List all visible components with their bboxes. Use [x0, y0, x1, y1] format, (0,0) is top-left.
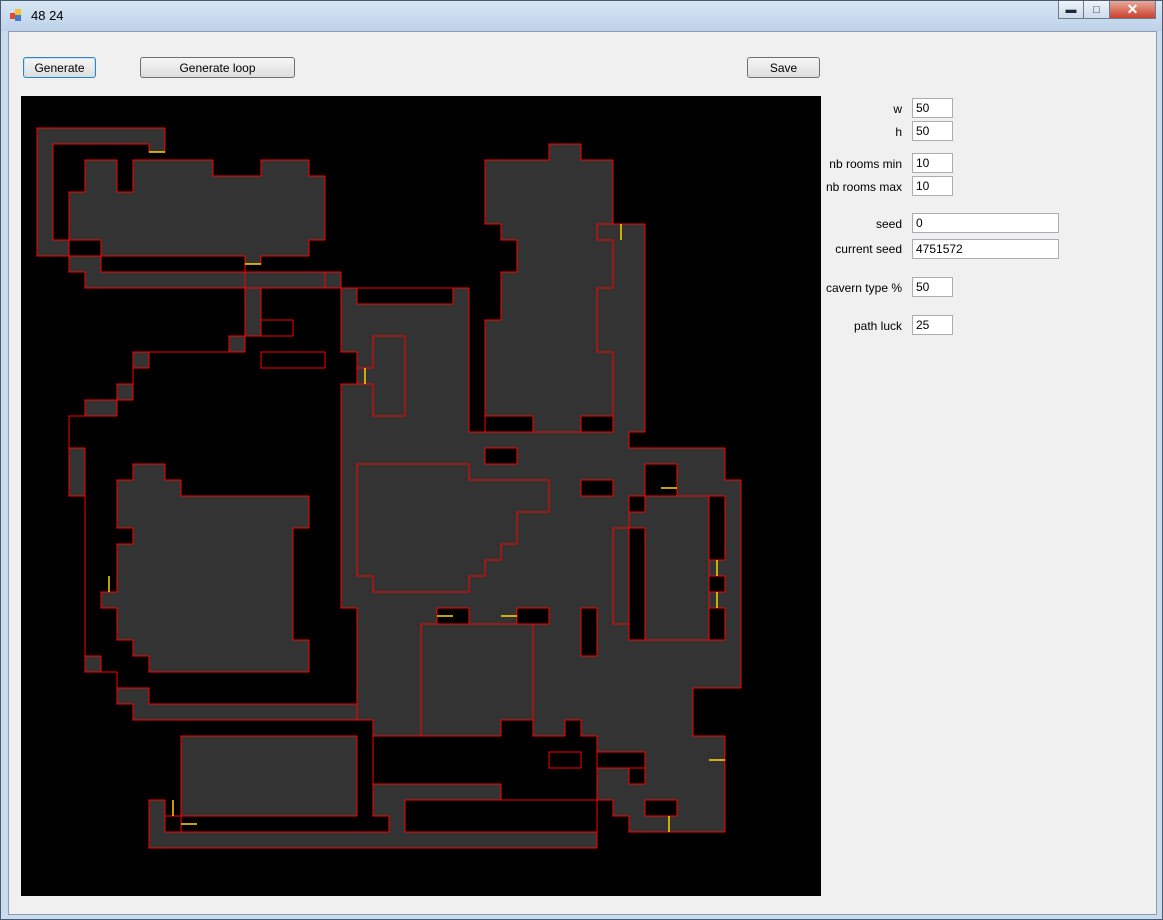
- close-button[interactable]: ✕: [1110, 1, 1156, 19]
- map-hole-11: [628, 527, 646, 641]
- title-bar[interactable]: 48 24 ▬ □ ✕: [1, 1, 1162, 31]
- client-area: Generate Generate loop Save w h nb rooms…: [8, 31, 1157, 915]
- current-seed-label: current seed: [835, 242, 902, 256]
- map-hole-20: [628, 767, 646, 785]
- close-icon: ✕: [1126, 1, 1139, 17]
- current-seed-input[interactable]: [912, 239, 1059, 259]
- map-hole-7: [484, 447, 518, 465]
- minimize-icon: ▬: [1065, 3, 1077, 16]
- map-hole-18: [548, 751, 582, 769]
- width-input[interactable]: [912, 98, 953, 118]
- generate-button[interactable]: Generate: [23, 57, 96, 78]
- generate-loop-button[interactable]: Generate loop: [140, 57, 295, 78]
- map-hole-1: [100, 255, 246, 273]
- map-hole-12: [708, 495, 726, 561]
- map-hole-15: [580, 607, 598, 657]
- floor-layer: [36, 127, 742, 849]
- width-label: w: [893, 102, 902, 116]
- map-room-8: [484, 143, 614, 433]
- minimize-button[interactable]: ▬: [1058, 1, 1084, 19]
- map-room-5: [420, 623, 534, 737]
- map-hole-0: [68, 239, 102, 257]
- window-title: 48 24: [31, 8, 64, 23]
- map-hole-9: [644, 463, 678, 497]
- map-hole-3: [356, 287, 454, 305]
- rooms-min-input[interactable]: [912, 153, 953, 173]
- map-hole-10: [628, 495, 646, 513]
- map-room-6: [180, 735, 358, 817]
- path-luck-input[interactable]: [912, 315, 953, 335]
- map-hole-22: [404, 799, 598, 833]
- maximize-button[interactable]: □: [1084, 1, 1110, 19]
- path-luck-label: path luck: [853, 319, 902, 333]
- rooms-min-label: nb rooms min: [829, 157, 902, 171]
- height-label: h: [895, 125, 902, 139]
- height-input[interactable]: [912, 121, 953, 141]
- maximize-icon: □: [1093, 3, 1100, 16]
- app-window: 48 24 ▬ □ ✕ Generate Generate loop Save …: [0, 0, 1163, 920]
- seed-input[interactable]: [912, 213, 1059, 233]
- save-button[interactable]: Save: [747, 57, 820, 78]
- app-icon: [10, 9, 22, 21]
- cavern-type-input[interactable]: [912, 277, 953, 297]
- dungeon-map-canvas: [36, 127, 742, 849]
- map-room-1: [68, 159, 326, 273]
- map-hole-5: [484, 415, 534, 433]
- dungeon-map: [21, 96, 821, 896]
- map-hole-6: [580, 415, 614, 433]
- map-hole-21: [164, 815, 182, 833]
- rooms-max-input[interactable]: [912, 176, 953, 196]
- map-hole-13: [708, 575, 726, 593]
- seed-label: seed: [875, 217, 902, 231]
- cavern-type-label: cavern type %: [825, 281, 902, 295]
- map-hole-17: [516, 607, 550, 625]
- map-hole-4: [260, 351, 326, 369]
- map-hole-23: [644, 799, 678, 817]
- map-hole-19: [596, 751, 646, 769]
- map-hole-2: [260, 319, 294, 337]
- map-hole-14: [708, 607, 726, 641]
- map-hole-8: [580, 479, 614, 497]
- rooms-max-label: nb rooms max: [825, 180, 902, 194]
- map-room-3: [100, 463, 310, 673]
